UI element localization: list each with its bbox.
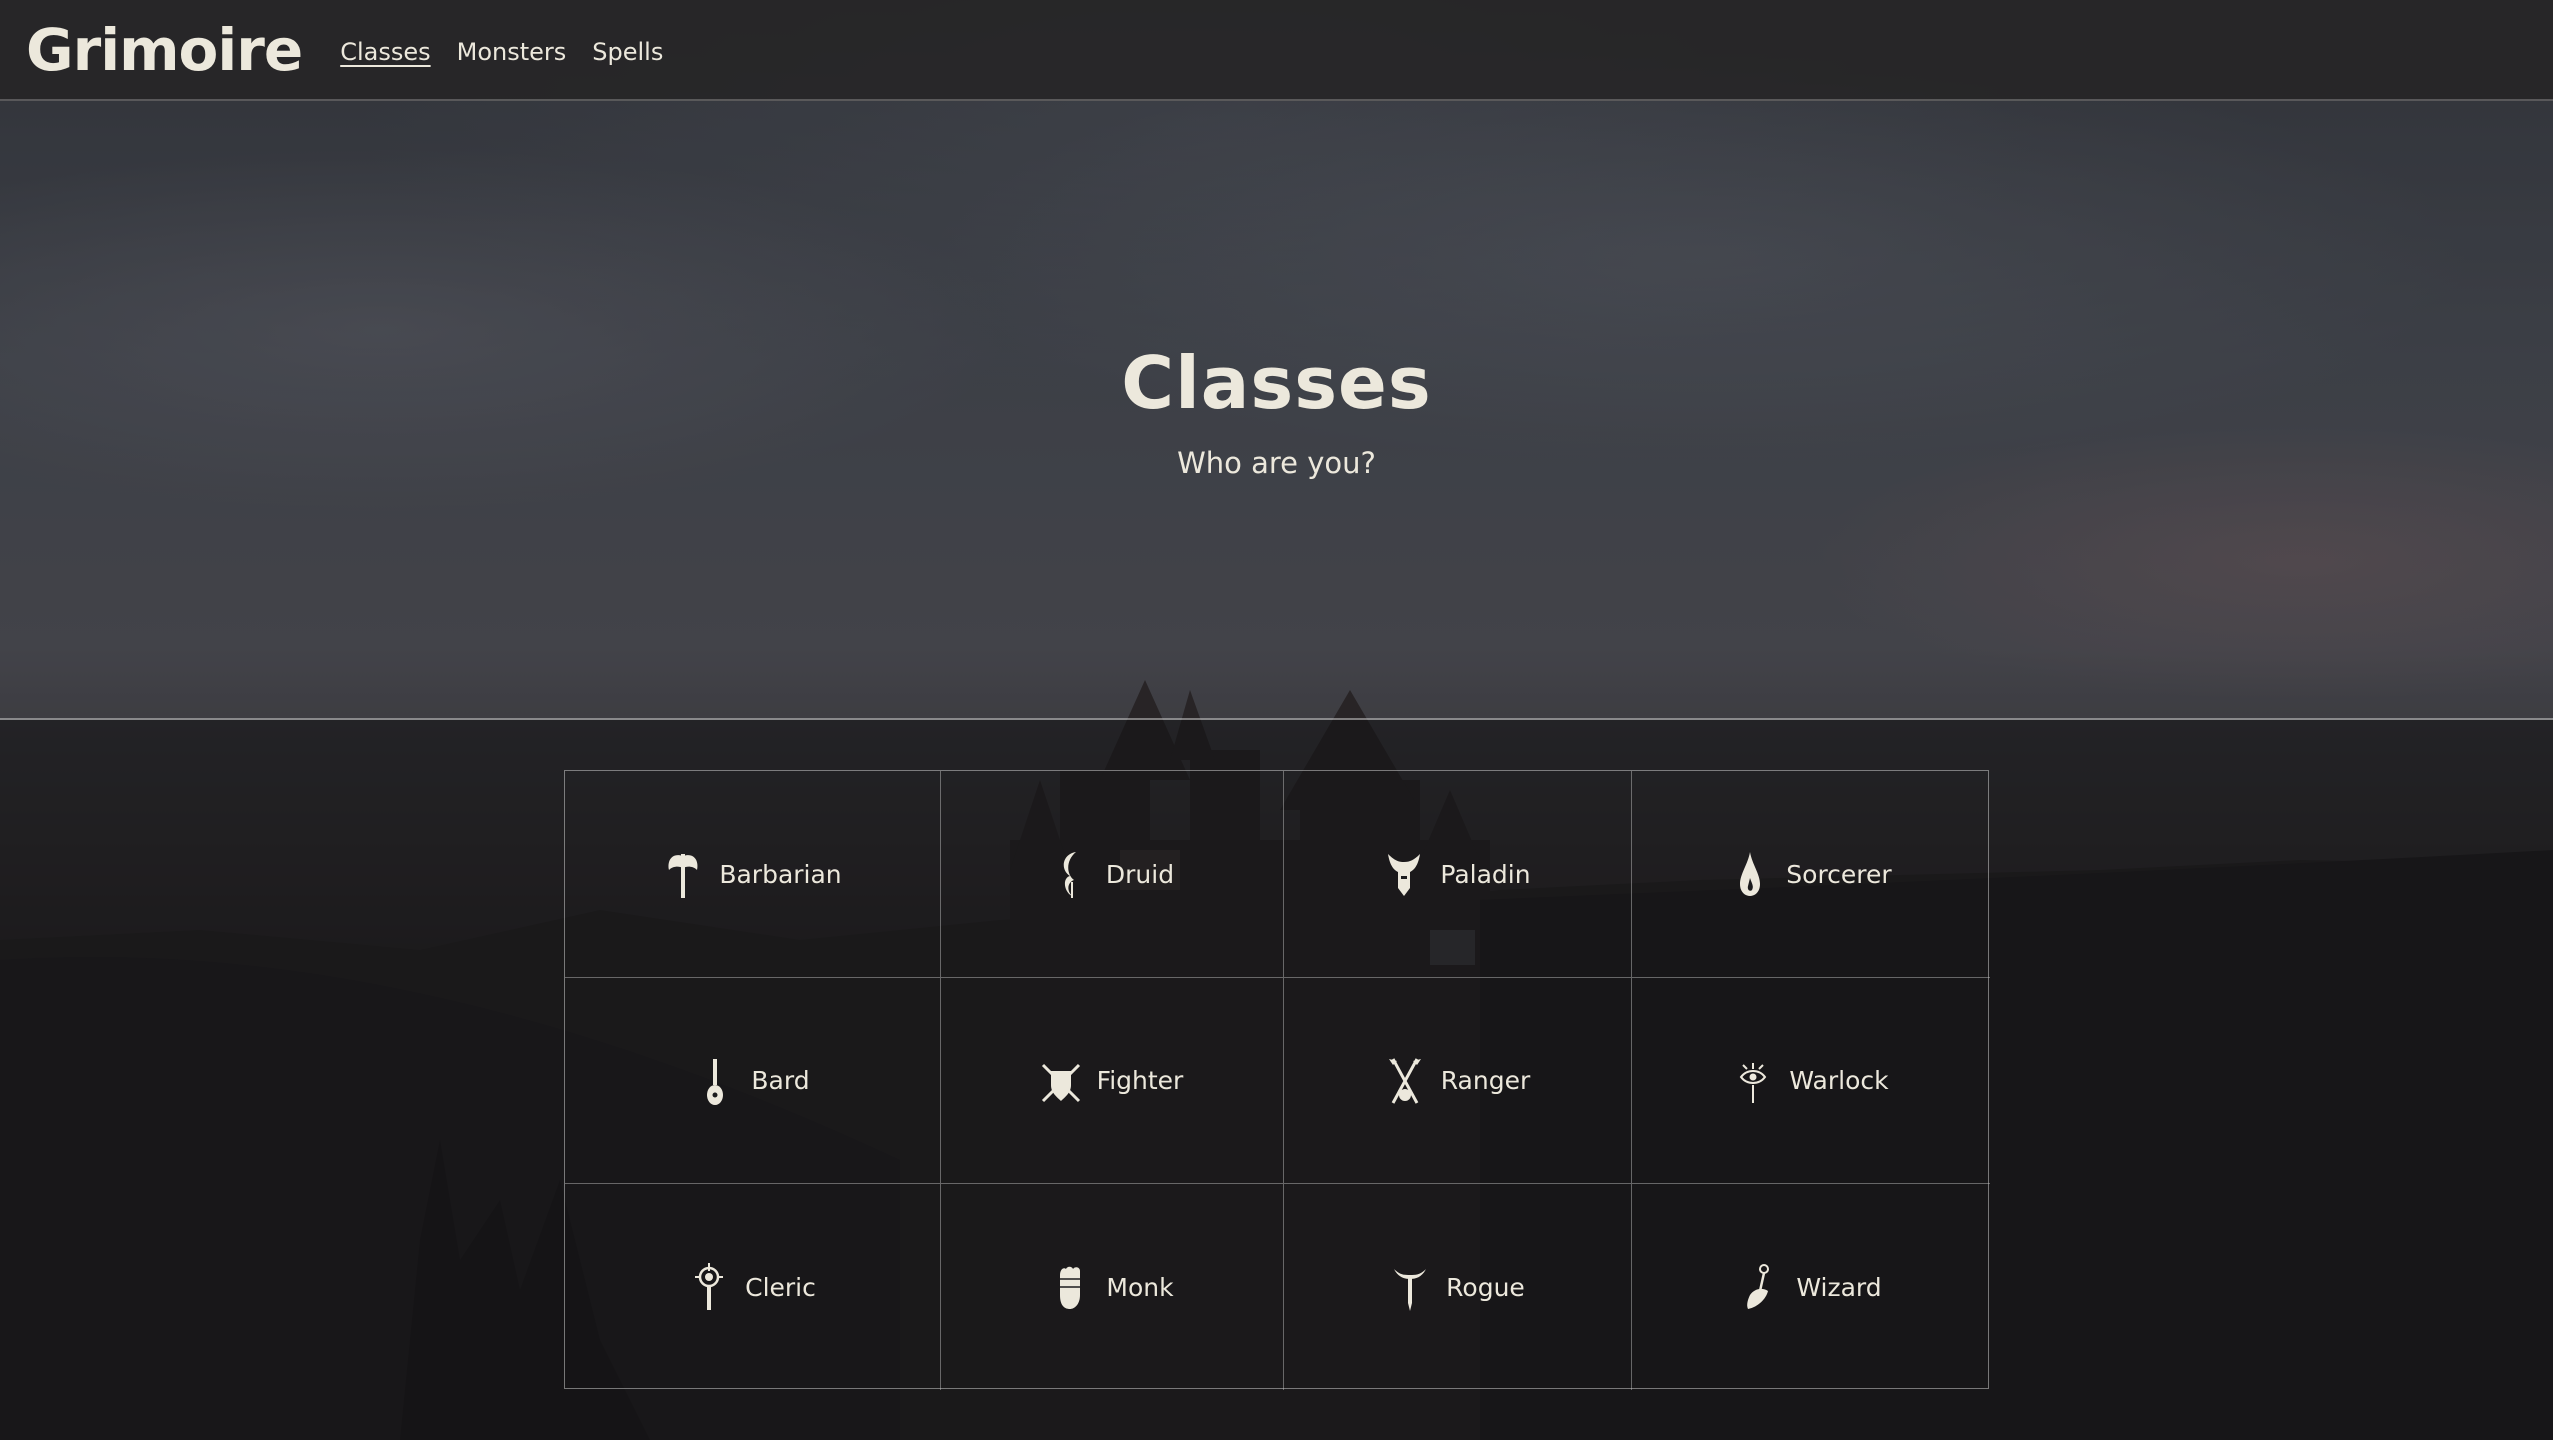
class-label: Ranger (1440, 1066, 1531, 1095)
class-label: Barbarian (719, 859, 842, 889)
nav-link-spells[interactable]: Spells (592, 38, 663, 66)
class-card-barbarian[interactable]: Barbarian (565, 771, 941, 978)
class-label: Rogue (1446, 1272, 1525, 1302)
top-navbar: Grimoire Classes Monsters Spells (0, 0, 2553, 101)
class-card-cleric[interactable]: Cleric (565, 1184, 941, 1390)
class-card-druid[interactable]: Druid (941, 771, 1284, 978)
nav-link-classes[interactable]: Classes (340, 38, 430, 66)
crossed-arrows-icon (1385, 1055, 1425, 1107)
class-label: Sorcerer (1786, 859, 1892, 889)
staff-hand-icon (1740, 1261, 1780, 1313)
nav-links: Classes Monsters Spells (340, 38, 663, 66)
class-card-warlock[interactable]: Warlock (1632, 978, 1990, 1184)
class-card-monk[interactable]: Monk (941, 1184, 1284, 1390)
page-subtitle: Who are you? (1177, 446, 1376, 480)
page-title: Classes (1121, 341, 1432, 425)
holy-symbol-icon (689, 1261, 729, 1313)
class-label: Monk (1106, 1272, 1174, 1302)
crossed-swords-shield-icon (1041, 1055, 1081, 1107)
class-label: Fighter (1096, 1066, 1184, 1095)
brand-logo[interactable]: Grimoire (26, 16, 303, 84)
fist-icon (1050, 1261, 1090, 1313)
axe-icon (663, 848, 703, 900)
class-card-bard[interactable]: Bard (565, 978, 941, 1184)
class-label: Cleric (745, 1272, 816, 1302)
lute-icon (695, 1055, 735, 1107)
hero-section: Classes Who are you? (0, 101, 2553, 720)
flame-drop-icon (1730, 848, 1770, 900)
crescent-sprout-icon (1050, 848, 1090, 900)
class-card-rogue[interactable]: Rogue (1284, 1184, 1632, 1390)
class-card-sorcerer[interactable]: Sorcerer (1632, 771, 1990, 978)
class-label: Druid (1105, 859, 1175, 889)
winged-helm-icon (1384, 848, 1424, 900)
class-card-paladin[interactable]: Paladin (1284, 771, 1632, 978)
class-grid: Barbarian Druid Paladin Sorcerer Bard Fi… (564, 770, 1990, 1390)
nav-link-monsters[interactable]: Monsters (457, 38, 567, 66)
eye-sigil-icon (1733, 1055, 1773, 1107)
class-card-wizard[interactable]: Wizard (1632, 1184, 1990, 1390)
class-label: Bard (751, 1066, 810, 1095)
class-label: Warlock (1789, 1066, 1889, 1095)
page: Grimoire Classes Monsters Spells Classes… (0, 0, 2553, 1440)
classes-panel: Barbarian Druid Paladin Sorcerer Bard Fi… (0, 720, 2553, 1440)
class-label: Wizard (1796, 1272, 1882, 1302)
dagger-icon (1390, 1261, 1430, 1313)
class-label: Paladin (1440, 859, 1531, 889)
class-card-ranger[interactable]: Ranger (1284, 978, 1632, 1184)
class-card-fighter[interactable]: Fighter (941, 978, 1284, 1184)
